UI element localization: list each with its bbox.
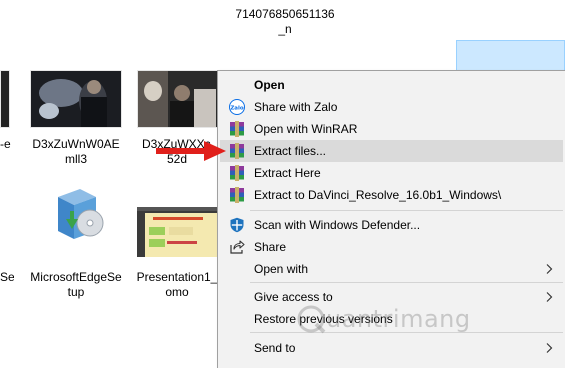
chevron-right-icon — [543, 291, 555, 303]
winrar-icon — [229, 165, 245, 181]
left-partial-label-1[interactable]: -e — [0, 137, 14, 152]
menu-item-share-label: Share — [254, 240, 287, 254]
menu-item-open-with-label: Open with — [254, 262, 309, 276]
menu-item-share-with-zalo[interactable]: Zalo Share with Zalo — [220, 96, 563, 118]
file-thumbnail-1[interactable] — [30, 70, 122, 128]
zalo-icon: Zalo — [229, 99, 245, 115]
menu-item-extract-here[interactable]: Extract Here — [220, 162, 563, 184]
file-label-top[interactable] — [230, 0, 340, 2]
file-name-1-line2[interactable]: mll3 — [28, 152, 124, 167]
menu-item-open-with[interactable]: Open with — [220, 258, 563, 280]
file-name-4-line1[interactable]: Presentation1_ — [136, 270, 218, 285]
menu-item-open-with-winrar-label: Open with WinRAR — [254, 122, 358, 136]
installer-box-icon — [58, 189, 104, 239]
menu-item-extract-files[interactable]: Extract files... — [220, 140, 563, 162]
file-name-3-line1[interactable]: MicrosoftEdgeSe — [28, 270, 124, 285]
menu-item-send-to-label: Send to — [254, 341, 296, 355]
winrar-icon — [229, 121, 245, 137]
share-icon — [229, 239, 245, 255]
menu-item-extract-here-label: Extract Here — [254, 166, 321, 180]
menu-separator — [250, 282, 563, 283]
windows-defender-icon — [229, 217, 245, 233]
watermark-logo-icon — [297, 305, 326, 334]
left-partial-thumbnail[interactable] — [0, 70, 10, 128]
svg-text:Zalo: Zalo — [230, 106, 244, 112]
chevron-right-icon — [543, 263, 555, 275]
file-name-4-line2[interactable]: omo — [136, 285, 218, 300]
file-name-top-line1[interactable]: 714076850651136 — [230, 7, 340, 22]
menu-separator — [250, 210, 563, 211]
watermark-text: uantrimang — [326, 305, 471, 333]
menu-item-scan-windows-defender[interactable]: Scan with Windows Defender... — [220, 214, 563, 236]
winrar-icon — [229, 143, 245, 159]
file-name-top-line2[interactable]: _n — [230, 22, 340, 37]
menu-item-scan-windows-defender-label: Scan with Windows Defender... — [254, 218, 421, 232]
file-name-1-line1[interactable]: D3xZuWnW0AE — [28, 137, 124, 152]
menu-item-extract-to-folder[interactable]: Extract to DaVinci_Resolve_16.0b1_Window… — [220, 184, 563, 206]
menu-item-send-to[interactable]: Send to — [220, 337, 563, 359]
file-name-3-line2[interactable]: tup — [28, 285, 124, 300]
menu-item-open-label: Open — [254, 78, 285, 92]
menu-item-open-with-winrar[interactable]: Open with WinRAR — [220, 118, 563, 140]
menu-item-open[interactable]: Open — [220, 74, 563, 96]
file-thumbnail-4[interactable] — [137, 207, 219, 257]
menu-item-share[interactable]: Share — [220, 236, 563, 258]
left-partial-label-2[interactable]: Se — [0, 270, 14, 285]
menu-item-extract-files-label: Extract files... — [254, 144, 327, 158]
file-thumbnail-3[interactable] — [30, 175, 122, 255]
chevron-right-icon — [543, 342, 555, 354]
winrar-icon — [229, 187, 245, 203]
red-pointer-arrow-icon — [156, 141, 226, 161]
menu-item-extract-to-folder-label: Extract to DaVinci_Resolve_16.0b1_Window… — [254, 188, 502, 202]
menu-item-share-with-zalo-label: Share with Zalo — [254, 100, 338, 114]
file-thumbnail-2[interactable] — [137, 70, 219, 128]
